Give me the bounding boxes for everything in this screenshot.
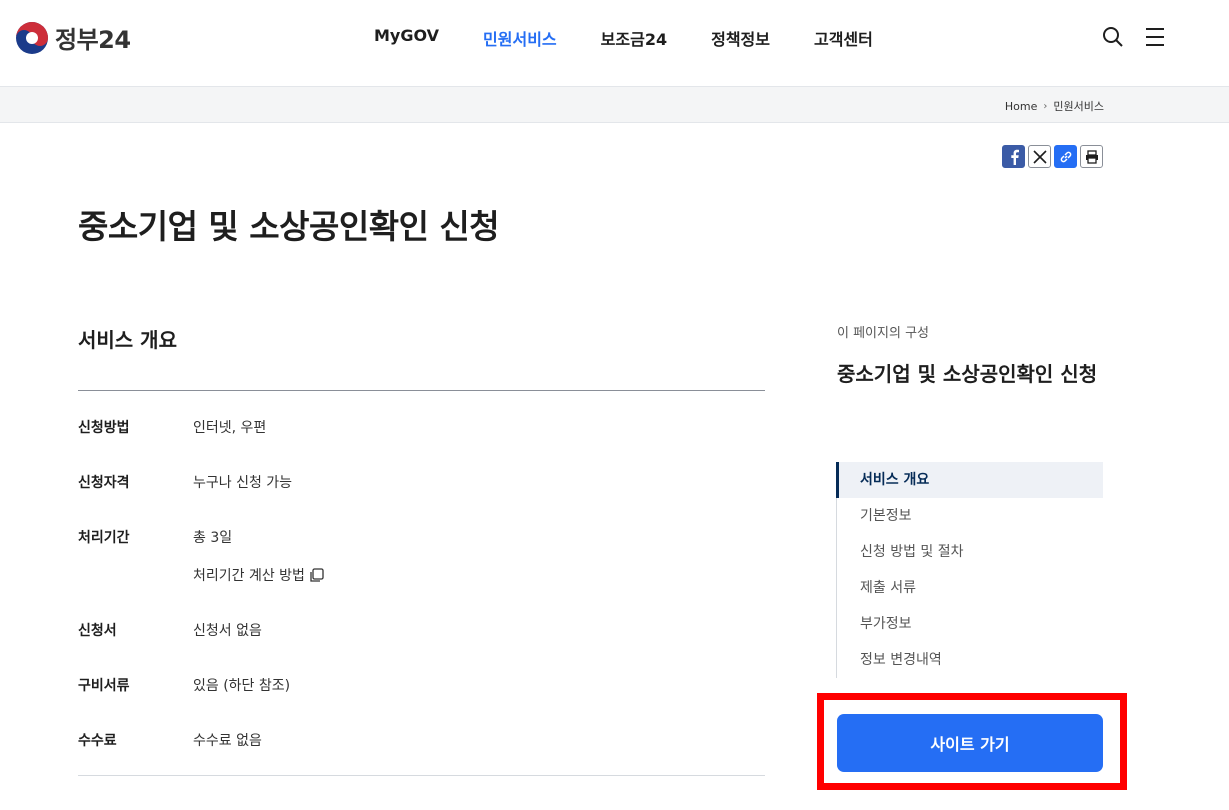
row-label-period: 처리기간	[78, 530, 130, 546]
nav-customer-center[interactable]: 고객센터	[814, 26, 873, 50]
print-icon[interactable]	[1080, 145, 1103, 168]
toc-title: 중소기업 및 소상공인확인 신청	[837, 362, 1098, 386]
breadcrumb: Home › 민원서비스	[1005, 98, 1104, 114]
row-label-method: 신청방법	[78, 420, 130, 436]
link-icon[interactable]	[1054, 145, 1077, 168]
toc-list: 서비스 개요 기본정보 신청 방법 및 절차 제출 서류 부가정보 정보 변경내…	[836, 462, 1103, 678]
row-value-eligibility: 누구나 신청 가능	[193, 475, 293, 491]
row-value-period: 총 3일	[193, 530, 233, 546]
page-title: 중소기업 및 소상공인확인 신청	[78, 207, 500, 246]
row-label-fee: 수수료	[78, 733, 117, 749]
breadcrumb-home[interactable]: Home	[1005, 100, 1037, 113]
row-value-fee: 수수료 없음	[193, 733, 262, 749]
nav-mygov[interactable]: MyGOV	[374, 26, 439, 50]
go-to-site-button[interactable]: 사이트 가기	[837, 714, 1103, 772]
toc-item-documents[interactable]: 제출 서류	[837, 570, 1103, 606]
search-icon[interactable]	[1102, 26, 1124, 48]
row-value-documents: 있음 (하단 참조)	[193, 678, 291, 694]
section-title: 서비스 개요	[78, 328, 177, 352]
x-icon[interactable]	[1028, 145, 1051, 168]
nav-civil-service[interactable]: 민원서비스	[483, 26, 557, 50]
breadcrumb-bar: Home › 민원서비스	[0, 87, 1229, 123]
toc-item-basic-info[interactable]: 기본정보	[837, 498, 1103, 534]
row-label-eligibility: 신청자격	[78, 475, 130, 491]
toc-item-procedure[interactable]: 신청 방법 및 절차	[837, 534, 1103, 570]
toc-item-additional-info[interactable]: 부가정보	[837, 606, 1103, 642]
nav-policy[interactable]: 정책정보	[711, 26, 770, 50]
copy-icon	[310, 567, 324, 582]
toc-item-overview[interactable]: 서비스 개요	[836, 462, 1103, 498]
facebook-icon[interactable]	[1002, 145, 1025, 168]
site-header: 정부24 MyGOV 민원서비스 보조금24 정책정보 고객센터	[0, 0, 1229, 87]
row-label-documents: 구비서류	[78, 678, 130, 694]
toc-item-change-history[interactable]: 정보 변경내역	[837, 642, 1103, 678]
row-label-form: 신청서	[78, 623, 117, 639]
main-nav: MyGOV 민원서비스 보조금24 정책정보 고객센터	[374, 26, 917, 50]
row-value-form: 신청서 없음	[193, 623, 262, 639]
share-toolbar	[1002, 145, 1103, 168]
logo[interactable]: 정부24	[15, 20, 131, 55]
row-value-method: 인터넷, 우편	[193, 420, 267, 436]
taegeuk-logo-icon	[16, 21, 48, 54]
nav-subsidy[interactable]: 보조금24	[601, 26, 667, 50]
period-calc-link-label: 처리기간 계산 방법	[193, 568, 305, 584]
logo-text: 정부24	[55, 26, 131, 54]
breadcrumb-current[interactable]: 민원서비스	[1053, 98, 1104, 114]
divider	[78, 390, 765, 391]
chevron-right-icon: ›	[1043, 100, 1048, 112]
toc-caption: 이 페이지의 구성	[837, 326, 929, 341]
divider	[78, 775, 765, 776]
menu-icon[interactable]	[1145, 26, 1167, 48]
period-calc-link[interactable]: 처리기간 계산 방법	[193, 565, 324, 585]
